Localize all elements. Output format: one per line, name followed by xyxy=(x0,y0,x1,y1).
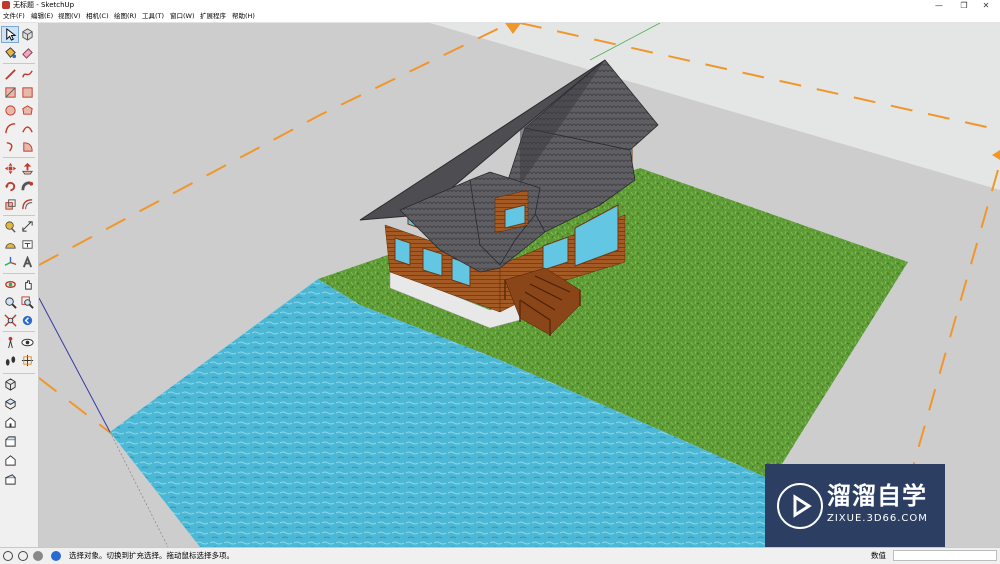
polygon-icon[interactable] xyxy=(19,103,35,118)
left-toolbar xyxy=(0,23,39,547)
select-icon[interactable] xyxy=(1,26,19,43)
zoom-window-icon[interactable] xyxy=(19,295,35,310)
toolbar-separator xyxy=(3,331,35,332)
freehand-icon[interactable] xyxy=(19,67,35,82)
walk-icon[interactable] xyxy=(2,353,18,368)
move-icon[interactable] xyxy=(2,161,18,176)
play-logo-icon xyxy=(777,483,823,529)
value-input[interactable] xyxy=(893,550,997,561)
left-view-icon[interactable] xyxy=(2,472,18,487)
3d-text-icon[interactable] xyxy=(19,255,35,270)
toolbar-separator xyxy=(3,63,35,64)
two-point-arc-icon[interactable] xyxy=(19,121,35,136)
back-view-icon[interactable] xyxy=(2,453,18,468)
rotated-rectangle-icon[interactable] xyxy=(19,85,35,100)
previous-view-icon[interactable] xyxy=(19,313,35,328)
top-view-icon[interactable] xyxy=(2,396,18,411)
follow-me-icon[interactable] xyxy=(19,179,35,194)
toolbar-separator xyxy=(3,273,35,274)
axes-icon[interactable] xyxy=(2,255,18,270)
menu-camera[interactable]: 相机(C) xyxy=(86,12,109,21)
front-view-icon[interactable] xyxy=(2,415,18,430)
rotate-icon[interactable] xyxy=(2,179,18,194)
title-bar: 无标题 - SketchUp — ❐ ✕ xyxy=(0,0,1000,11)
line-icon[interactable] xyxy=(2,67,18,82)
zoom-icon[interactable] xyxy=(2,295,18,310)
toolbar-separator xyxy=(3,215,35,216)
right-view-icon[interactable] xyxy=(2,434,18,449)
status-text: 选择对象。切换到扩充选择。拖动鼠标选择多项。 xyxy=(69,551,234,560)
dimension-icon[interactable] xyxy=(19,219,35,234)
sketchup-app-icon xyxy=(2,1,10,9)
circle-icon[interactable] xyxy=(2,103,18,118)
watermark-url: ZIXUE.3D66.COM xyxy=(827,513,928,524)
position-camera-icon[interactable] xyxy=(2,335,18,350)
pie-icon[interactable] xyxy=(19,139,35,154)
menu-tools[interactable]: 工具(T) xyxy=(142,12,164,21)
scale-icon[interactable] xyxy=(2,197,18,212)
toolbar-separator xyxy=(3,157,35,158)
value-label: 数值 xyxy=(871,551,886,560)
watermark-title: 溜溜自学 xyxy=(827,482,927,510)
section-plane-icon[interactable] xyxy=(19,353,35,368)
menu-draw[interactable]: 绘图(R) xyxy=(114,12,137,21)
protractor-icon[interactable] xyxy=(2,237,18,252)
menu-edit[interactable]: 编辑(E) xyxy=(31,12,53,21)
push-pull-icon[interactable] xyxy=(19,161,35,176)
text-icon[interactable] xyxy=(19,237,35,252)
menu-extensions[interactable]: 扩展程序 xyxy=(200,12,226,21)
menu-help[interactable]: 帮助(H) xyxy=(232,12,255,21)
status-bar: 选择对象。切换到扩充选择。拖动鼠标选择多项。 数值 xyxy=(0,547,1000,564)
tape-measure-icon[interactable] xyxy=(2,219,18,234)
menu-file[interactable]: 文件(F) xyxy=(3,12,25,21)
geo-location-icon[interactable] xyxy=(3,551,13,561)
make-component-icon[interactable] xyxy=(19,27,35,42)
help-icon[interactable] xyxy=(51,551,61,561)
menu-bar: 文件(F) 编辑(E) 视图(V) 相机(C) 绘图(R) 工具(T) 窗口(W… xyxy=(0,11,1000,23)
window-title: 无标题 - SketchUp xyxy=(13,1,75,9)
look-around-icon[interactable] xyxy=(19,335,35,350)
iso-view-icon[interactable] xyxy=(2,377,18,392)
watermark-badge: 溜溜自学 ZIXUE.3D66.COM xyxy=(765,464,945,548)
menu-window[interactable]: 窗口(W) xyxy=(170,12,195,21)
zoom-extents-icon[interactable] xyxy=(2,313,18,328)
paint-bucket-icon[interactable] xyxy=(2,45,18,60)
toolbar-separator xyxy=(3,373,35,374)
eraser-icon[interactable] xyxy=(19,45,35,60)
three-point-arc-icon[interactable] xyxy=(2,139,18,154)
orbit-icon[interactable] xyxy=(2,277,18,292)
arc-icon[interactable] xyxy=(2,121,18,136)
credits-icon[interactable] xyxy=(18,551,28,561)
pan-icon[interactable] xyxy=(19,277,35,292)
user-icon[interactable] xyxy=(33,551,43,561)
menu-view[interactable]: 视图(V) xyxy=(58,12,81,21)
close-button[interactable]: ✕ xyxy=(972,0,1000,11)
offset-icon[interactable] xyxy=(19,197,35,212)
minimize-button[interactable]: — xyxy=(925,0,953,11)
rectangle-icon[interactable] xyxy=(2,85,18,100)
